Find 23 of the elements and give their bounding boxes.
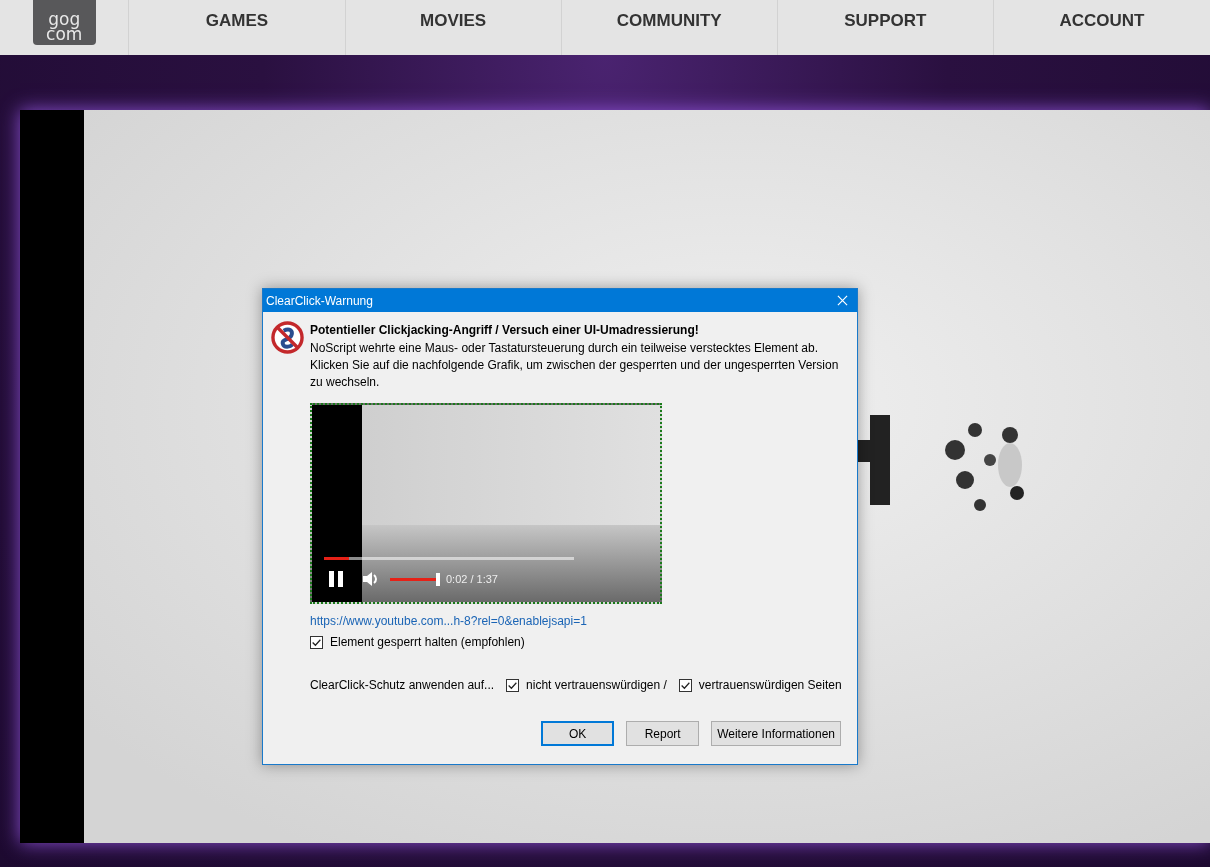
checkbox[interactable] [310,635,323,649]
dialog-button[interactable]: Weitere Informationen [711,721,841,746]
checkbox-label: Element gesperrt halten (empfohlen) [330,635,525,649]
window-title: ClearClick-Warnung [266,293,373,308]
checkbox-label: vertrauenswürdigen Seiten [698,678,842,692]
url-link[interactable]: https://www.youtube.com...h-8?rel=0&enablejsapi=1 [310,614,847,628]
apply-label: ClearClick-Schutz anwenden auf... [310,678,495,692]
pause-icon[interactable] [328,571,344,587]
warning-message: NoScript wehrte eine Maus- oder Tastatursteuerung durch ein teilweise verstecktes Element ab. Klicken Sie auf die nachfolgende Grafik, um zwischen der gesperrten und der ungesperrten Version zu wechseln. [310,340,840,391]
logo[interactable]: gog com [32,0,96,45]
checkbox-label: nicht vertrauenswürdigen / [526,678,667,692]
checkbox[interactable] [506,678,520,692]
dialog-button[interactable]: OK [541,721,615,746]
checkbox[interactable] [678,678,692,692]
warning-heading: Potentieller Clickjacking-Angriff / Versuch einer UI-Umadressierung! [310,323,700,337]
close-icon[interactable] [837,295,848,306]
dialog-button[interactable]: Report [626,721,700,746]
progress-track[interactable] [324,557,574,560]
slider-thumb[interactable] [436,572,440,586]
speaker-icon[interactable] [362,571,380,587]
prohibited-icon [271,321,304,354]
time-display: 0:02 / 1:37 [446,573,498,585]
nav-link[interactable]: ACCOUNT [993,0,1210,55]
